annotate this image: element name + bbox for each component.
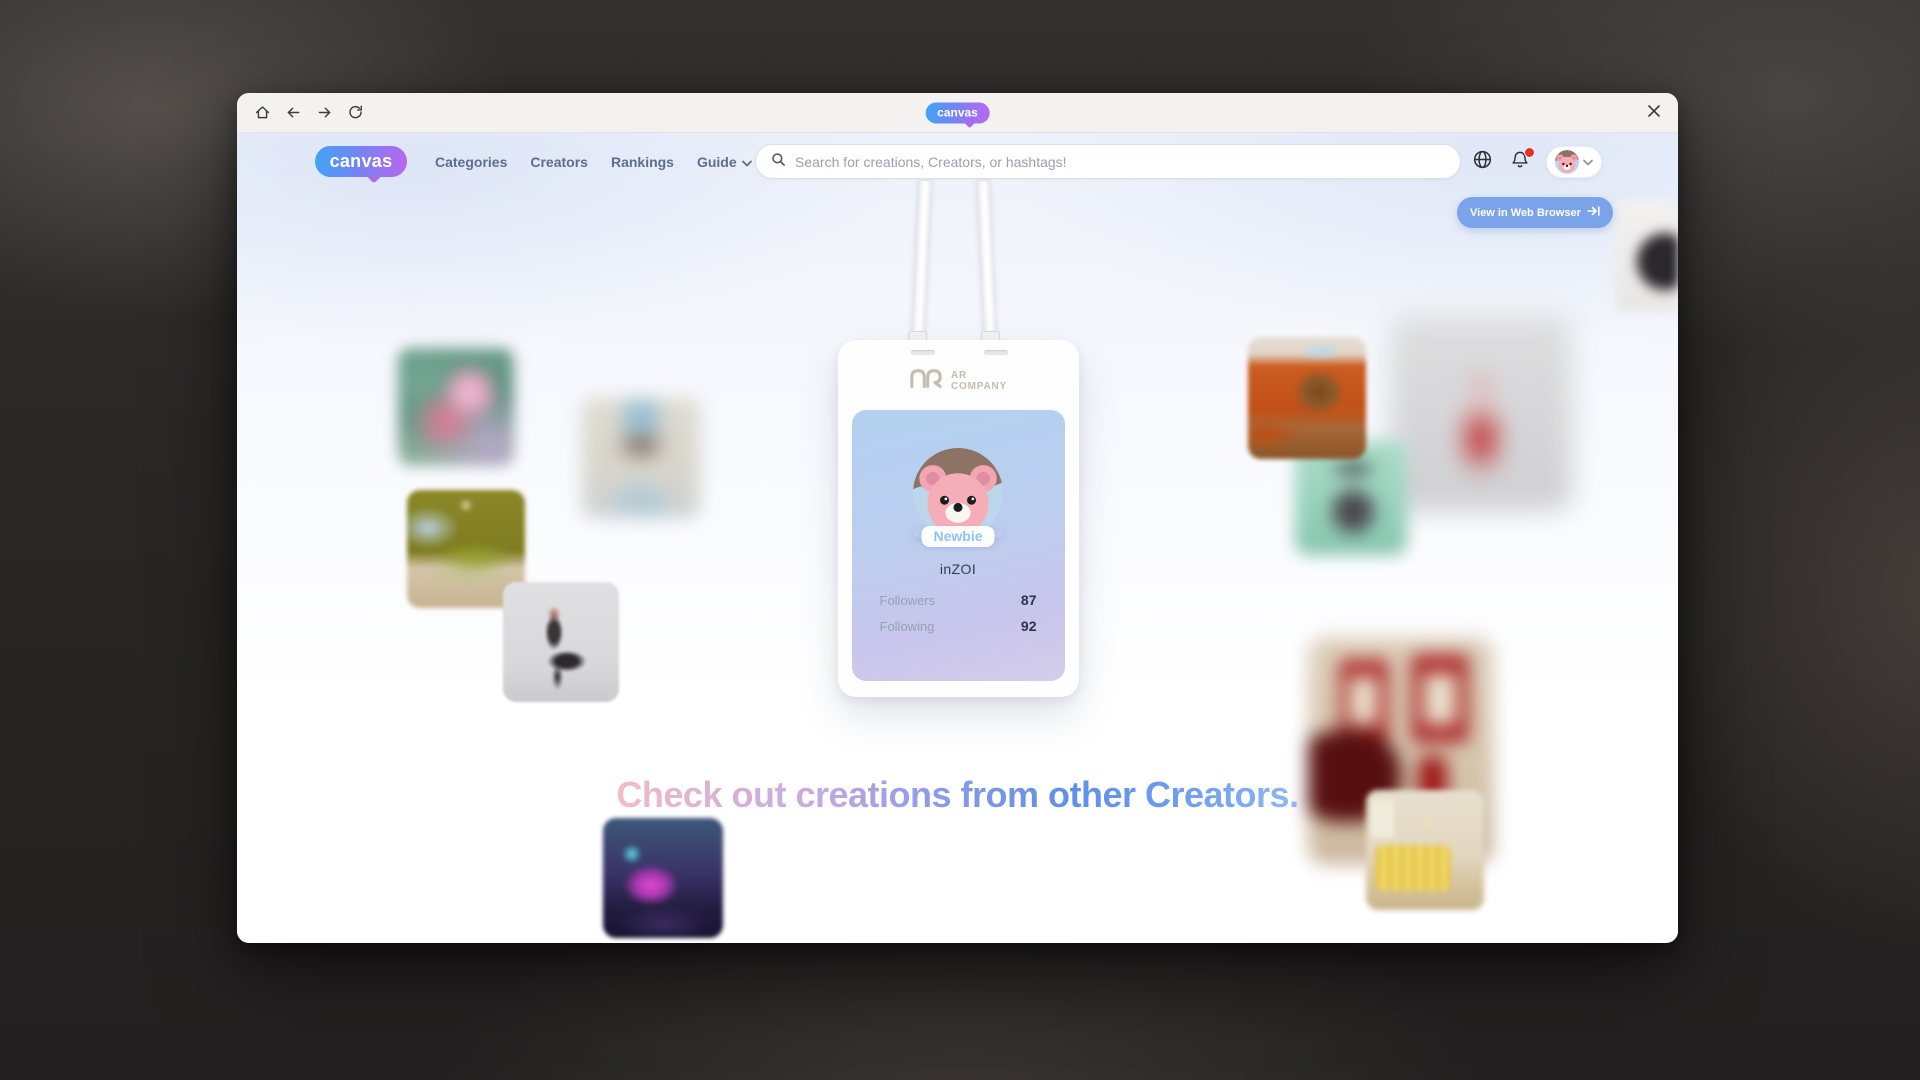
main-navbar: canvas Categories Creators Rankings Guid… (237, 133, 1678, 191)
notification-badge (1524, 147, 1535, 158)
nav-link-guide-label: Guide (697, 154, 737, 170)
company-line2: COMPANY (951, 381, 1007, 392)
view-in-web-browser-label: View in Web Browser (1470, 207, 1581, 219)
back-arrow-icon (285, 104, 302, 121)
company-name: AR COMPANY (951, 370, 1007, 392)
level-badge: Newbie (921, 526, 994, 547)
window-shape (1412, 655, 1468, 742)
home-button[interactable] (249, 99, 276, 126)
forward-button[interactable] (311, 99, 338, 126)
view-in-web-browser-button[interactable]: View in Web Browser (1457, 197, 1613, 228)
nav-links: Categories Creators Rankings Guide (435, 133, 752, 191)
profile-menu[interactable] (1546, 146, 1602, 178)
creation-thumb-orange-living-room (1248, 337, 1366, 459)
back-button[interactable] (280, 99, 307, 126)
close-icon (1647, 104, 1661, 123)
globe-icon (1472, 149, 1493, 175)
forward-arrow-icon (316, 104, 333, 121)
creation-thumb-yellow-bedroom (1366, 790, 1484, 910)
nav-link-guide[interactable]: Guide (697, 154, 752, 170)
canvas-logo[interactable]: canvas (315, 146, 407, 177)
avatar (1555, 150, 1579, 174)
nav-link-creators[interactable]: Creators (530, 154, 588, 170)
avatar-wrap: Newbie (913, 448, 1003, 538)
following-value: 92 (1021, 618, 1037, 634)
stat-row-following: Following 92 (880, 618, 1037, 634)
nav-link-rankings[interactable]: Rankings (611, 154, 674, 170)
creation-thumb-corner-portrait (1615, 200, 1678, 312)
stat-row-followers: Followers 87 (880, 592, 1037, 608)
search-icon (771, 152, 786, 172)
open-external-arrow-icon (1587, 206, 1600, 219)
creation-thumb-blurred-showcase (1390, 315, 1572, 511)
followers-label: Followers (880, 593, 936, 608)
company-line1: AR (951, 370, 1007, 381)
search-bar (755, 144, 1461, 179)
creation-thumb-anime-scene (398, 348, 514, 466)
window-titlebar[interactable]: canvas (237, 93, 1678, 133)
company-logo: AR COMPANY (838, 367, 1079, 394)
browser-window: canvas canvas (237, 93, 1678, 943)
creation-thumb-dance-duo (503, 582, 619, 702)
bed-shape (1375, 845, 1451, 891)
refresh-icon (347, 104, 364, 121)
card-slot (984, 350, 1008, 355)
chevron-down-icon (1583, 153, 1593, 171)
profile-stats: Followers 87 Following 92 (880, 592, 1037, 634)
following-label: Following (880, 619, 935, 634)
notifications-button[interactable] (1508, 150, 1532, 174)
creation-thumb-neon-room (603, 818, 723, 938)
profile-panel: Newbie inZOI Followers 87 Following 92 (852, 410, 1065, 681)
window-title-badge: canvas (925, 102, 990, 123)
creation-thumb-creator-portrait (582, 398, 700, 518)
language-button[interactable] (1470, 150, 1494, 174)
username: inZOI (852, 561, 1065, 577)
home-icon (254, 104, 271, 121)
card-slot (911, 350, 935, 355)
page-content: canvas Categories Creators Rankings Guid… (237, 133, 1678, 942)
nav-right-actions (1470, 145, 1602, 179)
ar-monogram-icon (909, 367, 943, 394)
followers-value: 87 (1021, 592, 1037, 608)
nav-link-categories[interactable]: Categories (435, 154, 507, 170)
profile-id-card: AR COMPANY Newbie inZOI Followers 87 (838, 340, 1079, 697)
lanyard-strap-right (976, 181, 997, 347)
lanyard-strap-left (911, 181, 932, 347)
refresh-button[interactable] (342, 99, 369, 126)
hero-headline: Check out creations from other Creators. (616, 774, 1298, 816)
search-input[interactable] (795, 154, 1445, 170)
close-button[interactable] (1640, 99, 1668, 127)
window-shape (1371, 800, 1395, 838)
chevron-down-icon (742, 154, 752, 170)
